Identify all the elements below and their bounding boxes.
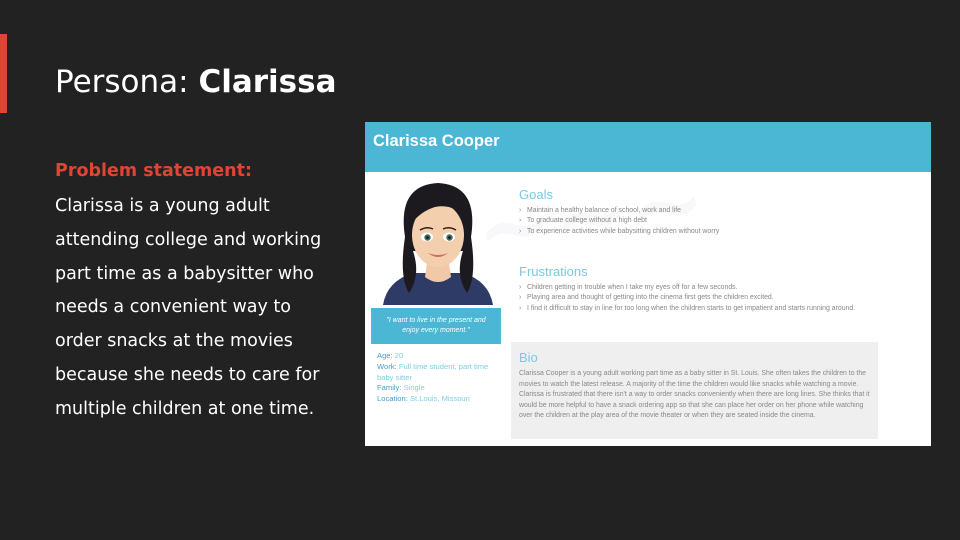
persona-facts: Age: 20 Work: Full time student, part ti…	[377, 351, 495, 405]
fact-location-value: St.Louis, Missouri	[407, 394, 470, 404]
problem-statement-text: Clarissa is a young adult attending coll…	[55, 190, 345, 427]
fact-age-label: Age:	[377, 351, 393, 360]
fact-family: Family: Single	[377, 383, 495, 394]
title-prefix: Persona:	[55, 64, 199, 100]
frustrations-title: Frustrations	[519, 264, 588, 279]
fact-work: Work: Full time student, part time baby …	[377, 362, 495, 384]
fact-location-label: Location:	[377, 394, 408, 404]
title-name: Clarissa	[198, 64, 337, 100]
persona-card: Clarissa Cooper ~~~ "I want to live in t…	[365, 122, 931, 446]
problem-statement-label: Problem statement:	[55, 161, 252, 181]
frustration-item: Children getting in trouble when I take …	[519, 283, 864, 294]
fact-family-value: Single	[401, 383, 425, 393]
goals-list: Maintain a healthy balance of school, wo…	[519, 206, 919, 238]
problem-line: part time as a babysitter who	[55, 263, 314, 284]
bio-text: Clarissa Cooper is a young adult working…	[519, 370, 870, 420]
problem-line: attending college and working	[55, 229, 322, 250]
frustrations-list: Children getting in trouble when I take …	[519, 283, 864, 315]
fact-family-label: Family:	[377, 383, 402, 393]
frustration-item: Playing area and thought of getting into…	[519, 293, 864, 304]
bio-title: Bio	[519, 350, 538, 365]
problem-line: needs a convenient way to	[55, 297, 292, 318]
fact-work-label: Work:	[377, 361, 397, 371]
persona-name: Clarissa Cooper	[373, 132, 500, 150]
problem-line: Clarissa is a young adult	[55, 196, 270, 216]
woman-avatar-icon	[375, 177, 501, 305]
persona-card-header: Clarissa Cooper	[365, 122, 931, 172]
persona-quote: "I want to live in the present and enjoy…	[386, 317, 486, 334]
frustration-item: I find it difficult to stay in line for …	[519, 304, 864, 315]
slide-title: Persona: Clarissa	[55, 62, 337, 102]
fact-age: Age: 20	[377, 351, 495, 362]
fact-age-value: 20	[392, 351, 404, 360]
fact-location: Location: St.Louis, Missouri	[377, 394, 495, 405]
problem-line: order snacks at the movies	[55, 331, 293, 352]
accent-bar	[0, 34, 7, 113]
goal-item: To graduate college without a high debt	[519, 216, 919, 227]
goal-item: Maintain a healthy balance of school, wo…	[519, 206, 919, 217]
problem-line: because she needs to care for	[55, 364, 320, 385]
goal-item: To experience activities while babysitti…	[519, 227, 919, 238]
goals-title: Goals	[519, 187, 553, 202]
problem-line: multiple children at one time.	[55, 398, 315, 419]
persona-quote-box: "I want to live in the present and enjoy…	[371, 308, 501, 344]
bio-section: Bio Clarissa Cooper is a young adult wor…	[511, 342, 878, 439]
